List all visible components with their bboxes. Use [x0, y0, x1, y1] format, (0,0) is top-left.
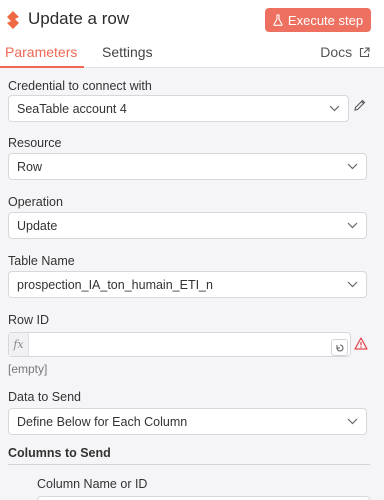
chevron-down-icon	[347, 418, 358, 425]
flask-icon	[273, 14, 283, 26]
active-tab-underline	[0, 66, 84, 68]
resource-select[interactable]: Row	[8, 153, 367, 180]
chevron-down-icon	[347, 222, 358, 229]
column-name-select[interactable]	[37, 496, 370, 500]
row-id-empty-hint: [empty]	[8, 362, 48, 376]
external-link-icon	[359, 47, 370, 58]
columns-to-send-heading: Columns to Send	[8, 446, 111, 460]
row-id-expression-input[interactable]: fx	[8, 332, 351, 357]
data-to-send-value: Define Below for Each Column	[17, 414, 188, 429]
pencil-icon[interactable]	[353, 98, 367, 112]
data-to-send-label: Data to Send	[8, 390, 81, 404]
chevron-down-icon	[347, 163, 358, 170]
credential-label: Credential to connect with	[8, 79, 152, 93]
operation-select[interactable]: Update	[8, 212, 367, 239]
section-divider	[8, 464, 370, 465]
credential-value: SeaTable account 4	[17, 101, 127, 116]
tab-settings[interactable]: Settings	[102, 44, 153, 60]
credential-select[interactable]: SeaTable account 4	[8, 95, 349, 122]
tab-bar: Parameters Settings Docs	[0, 40, 384, 68]
table-name-label: Table Name	[8, 254, 75, 268]
node-logo-icon	[7, 11, 19, 29]
chevron-down-icon	[347, 281, 358, 288]
operation-value: Update	[17, 218, 58, 233]
execute-step-button[interactable]: Execute step	[265, 8, 371, 32]
warning-icon	[354, 337, 368, 350]
node-title: Update a row	[28, 9, 130, 28]
operation-label: Operation	[8, 195, 63, 209]
row-id-label: Row ID	[8, 313, 49, 327]
column-name-label: Column Name or ID	[37, 477, 148, 491]
data-to-send-select[interactable]: Define Below for Each Column	[8, 408, 367, 435]
node-header: Update a row Execute step	[0, 0, 384, 40]
docs-label: Docs	[320, 44, 353, 60]
tab-parameters[interactable]: Parameters	[5, 44, 77, 60]
chevron-down-icon	[329, 105, 340, 112]
fx-icon: fx	[9, 333, 29, 356]
table-name-value: prospection_IA_ton_humain_ETI_n	[17, 277, 213, 292]
resource-value: Row	[17, 159, 43, 174]
resource-label: Resource	[8, 136, 62, 150]
expand-editor-button[interactable]	[331, 339, 348, 356]
table-name-select[interactable]: prospection_IA_ton_humain_ETI_n	[8, 271, 367, 298]
expand-icon	[336, 344, 343, 351]
docs-link[interactable]: Docs	[320, 44, 370, 60]
execute-step-label: Execute step	[287, 12, 364, 28]
